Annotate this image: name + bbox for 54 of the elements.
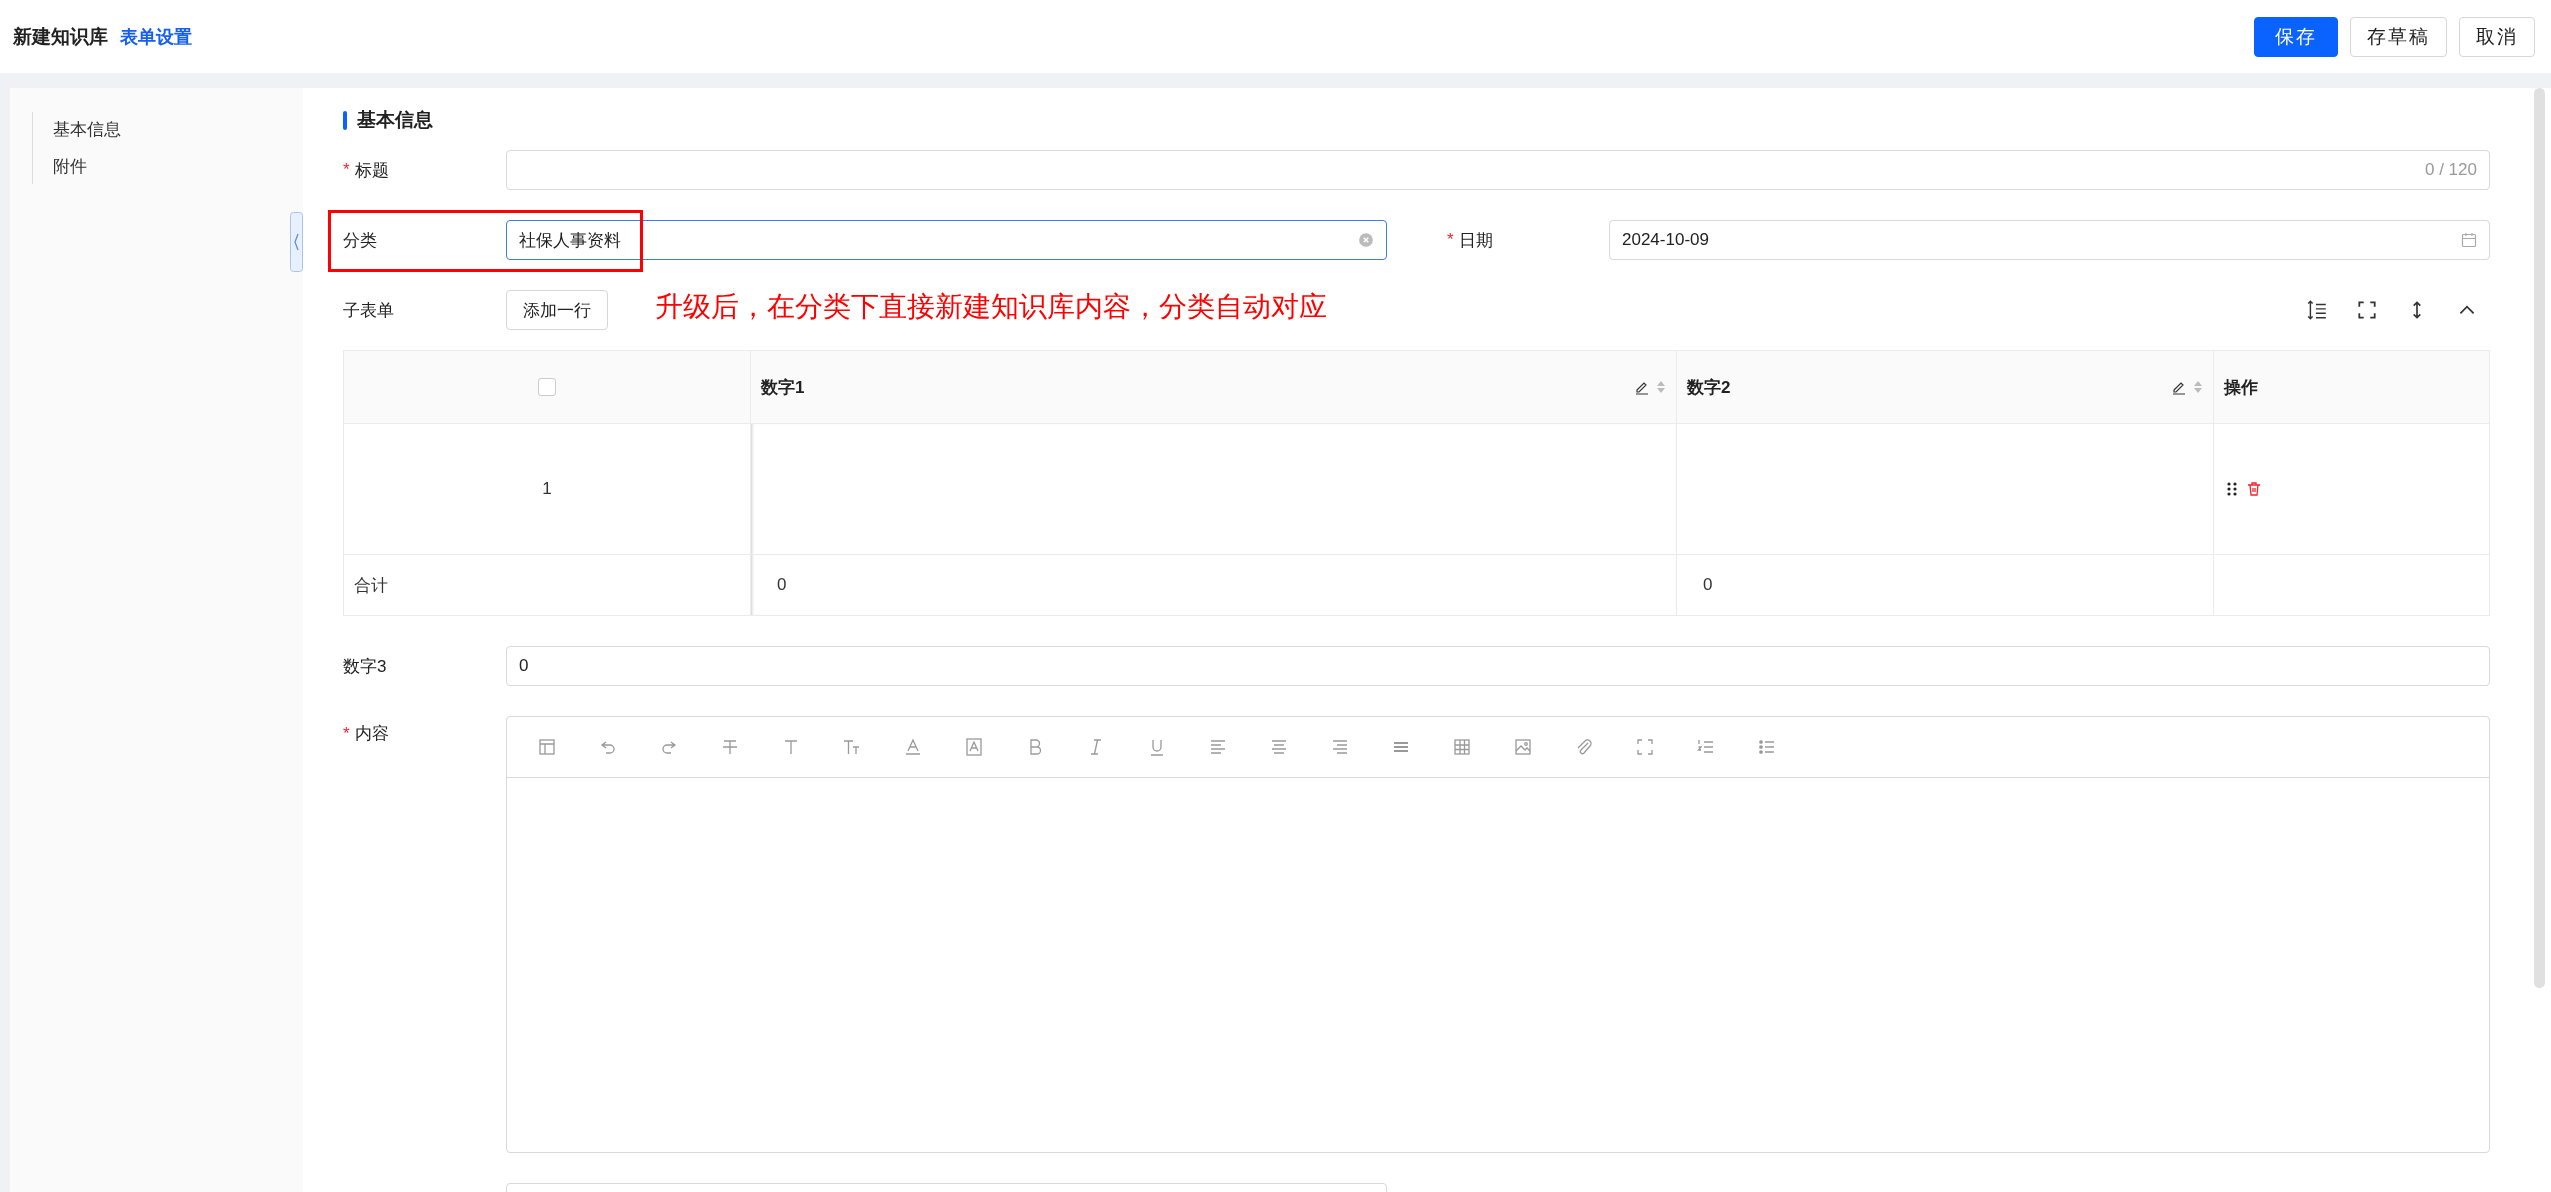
clear-icon[interactable] (1358, 232, 1374, 248)
field-label: 日期 (1458, 229, 1493, 252)
font-color-icon[interactable] (903, 737, 923, 757)
column-header: 操作 (2224, 376, 2258, 399)
total-label: 合计 (354, 574, 388, 597)
action-button[interactable]: 存草稿 (2350, 16, 2447, 57)
section-title: 基本信息 (357, 108, 433, 132)
strikethrough-icon[interactable] (720, 737, 740, 757)
field-label: 分类 (343, 229, 377, 252)
fullscreen-icon[interactable] (2356, 299, 2378, 321)
collapse-handle-icon[interactable] (290, 212, 303, 272)
text-size-icon[interactable] (842, 737, 862, 757)
field-label: 数字3 (343, 655, 387, 678)
field-label: 标题 (354, 159, 389, 182)
sort-icon[interactable] (1656, 379, 1666, 395)
bullet-list-icon[interactable] (1757, 737, 1777, 757)
table-icon[interactable] (1452, 737, 1472, 757)
form-settings-link[interactable]: 表单设置 (120, 24, 192, 49)
sidebar-item[interactable]: 附件 (53, 155, 303, 178)
category-value: 社保人事资料 (519, 229, 622, 252)
required-mark: * (1447, 230, 1454, 250)
calendar-icon[interactable] (2461, 232, 2477, 248)
date-input[interactable]: 2024-10-09 (1609, 220, 2490, 260)
number-input[interactable]: 0 (506, 646, 2490, 686)
delete-icon[interactable] (2246, 481, 2262, 497)
row-height-icon[interactable] (2306, 299, 2328, 321)
image-icon[interactable] (1513, 737, 1533, 757)
date-value: 2024-10-09 (1622, 230, 1710, 250)
scrollbar-thumb[interactable] (2534, 88, 2545, 988)
align-left-icon[interactable] (1208, 737, 1228, 757)
required-mark: * (343, 723, 350, 744)
sort-icon[interactable] (2193, 379, 2203, 395)
character-counter: 0 / 120 (2425, 160, 2477, 180)
total-value: 0 (776, 575, 787, 595)
total-value: 0 (1702, 575, 1713, 595)
add-row-button[interactable]: 添加一行 (506, 290, 608, 330)
row-number: 1 (542, 479, 552, 499)
field-label: 内容 (354, 723, 389, 745)
annotation-text: 升级后，在分类下直接新建知识库内容，分类自动对应 (655, 290, 1327, 324)
align-right-icon[interactable] (1330, 737, 1350, 757)
action-button[interactable]: 取消 (2459, 16, 2535, 57)
background-color-icon[interactable] (964, 737, 984, 757)
sidebar-item[interactable]: 基本信息 (53, 118, 303, 141)
page-title: 新建知识库 (13, 24, 108, 49)
column-header: 数字2 (1687, 376, 1731, 399)
select-all-checkbox[interactable] (538, 378, 556, 396)
required-mark: * (343, 160, 350, 180)
align-center-icon[interactable] (1269, 737, 1289, 757)
category-select[interactable]: 社保人事资料 (506, 220, 1387, 260)
field-label: 子表单 (343, 299, 394, 322)
column-header: 数字1 (761, 376, 805, 399)
save-button[interactable]: 保存 (2254, 16, 2338, 57)
layout-icon[interactable] (537, 737, 557, 757)
number-value: 0 (519, 656, 529, 676)
